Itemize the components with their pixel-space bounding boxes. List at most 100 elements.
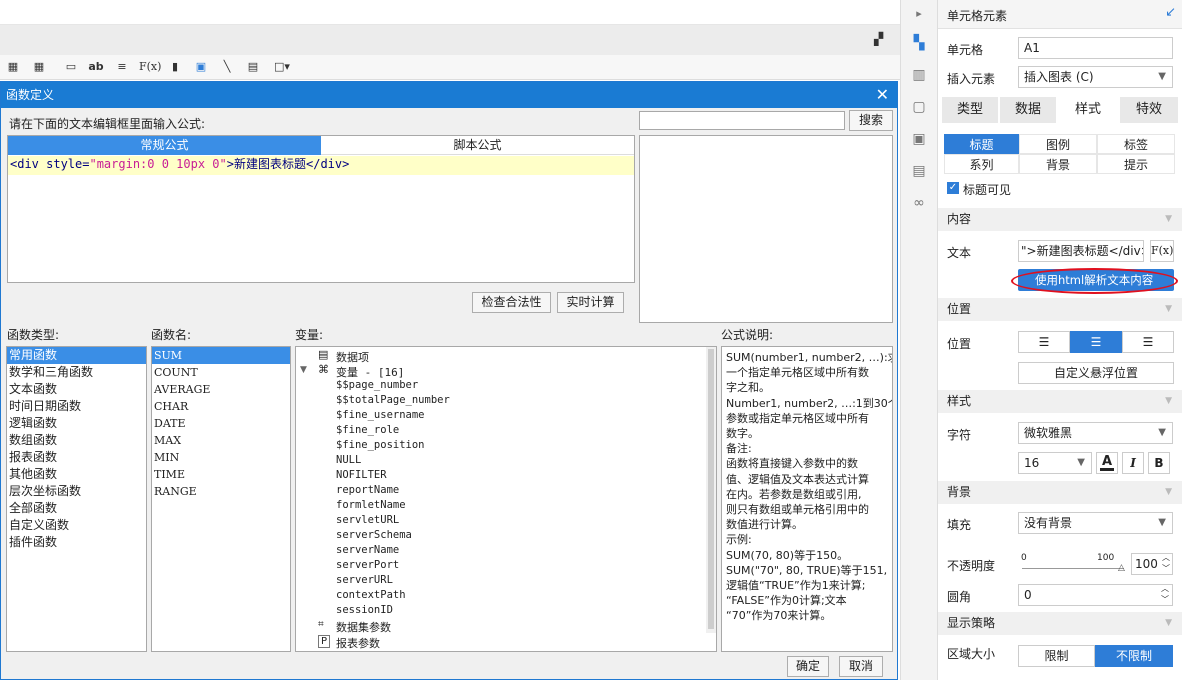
list-item-function-name[interactable]: RANGE xyxy=(152,483,290,500)
tree-variable-item[interactable]: NOFILTER xyxy=(336,469,387,481)
tab-data[interactable]: 数据 xyxy=(1000,97,1056,123)
formula-editor[interactable]: 常规公式 脚本公式 <div style="margin:0 0 10px 0"… xyxy=(7,135,635,283)
page-icon[interactable]: ▤ xyxy=(245,59,261,75)
list-item-function-name[interactable]: TIME xyxy=(152,466,290,483)
list-item-function-type[interactable]: 逻辑函数 xyxy=(7,415,146,432)
ok-button[interactable]: 确定 xyxy=(787,656,829,677)
formula-button[interactable]: F(x) xyxy=(1150,240,1174,262)
tree-variable-item[interactable]: serverName xyxy=(336,544,399,556)
formula-line[interactable]: <div style="margin:0 0 10px 0">新建图表标题</d… xyxy=(8,156,634,175)
tree-report-params[interactable]: 报表参数 xyxy=(336,635,380,651)
scrollbar-thumb[interactable] xyxy=(708,349,714,629)
collapse-icon[interactable]: ↙ xyxy=(1165,5,1176,20)
link-icon[interactable]: ∞ xyxy=(910,194,928,212)
subtab-legend[interactable]: 图例 xyxy=(1019,134,1097,154)
section-background[interactable]: 背景 ▼ xyxy=(938,481,1182,504)
subtab-label[interactable]: 标签 xyxy=(1097,134,1175,154)
slash-icon[interactable]: ╲ xyxy=(219,59,235,75)
list-item-function-type[interactable]: 自定义函数 xyxy=(7,517,146,534)
section-display[interactable]: 显示策略 ▼ xyxy=(938,612,1182,635)
tree-variable-item[interactable]: $fine_position xyxy=(336,439,425,451)
tree-variable-item[interactable]: servletURL xyxy=(336,514,399,526)
tree-variable-item[interactable]: serverSchema xyxy=(336,529,412,541)
bold-button[interactable]: B xyxy=(1148,452,1170,474)
font-size-select[interactable]: 16 ▼ xyxy=(1018,452,1092,474)
formula-icon[interactable]: F(x) xyxy=(139,59,161,75)
list-item-function-type[interactable]: 文本函数 xyxy=(7,381,146,398)
italic-button[interactable]: I xyxy=(1122,452,1144,474)
fill-select[interactable]: 没有背景 ▼ xyxy=(1018,512,1173,534)
cell-field[interactable]: A1 xyxy=(1018,37,1173,59)
list-item-function-type[interactable]: 时间日期函数 xyxy=(7,398,146,415)
float-element-icon[interactable]: ▢ xyxy=(910,98,928,116)
subtab-series[interactable]: 系列 xyxy=(944,154,1019,174)
list-item-function-name[interactable]: MIN xyxy=(152,449,290,466)
tree-variable-item[interactable]: $$totalPage_number xyxy=(336,394,450,406)
section-position[interactable]: 位置 ▼ xyxy=(938,298,1182,321)
font-select[interactable]: 微软雅黑 ▼ xyxy=(1018,422,1173,444)
tree-variable-item[interactable]: NULL xyxy=(336,454,361,466)
cell-attribute-icon[interactable]: ▥ xyxy=(910,66,928,84)
widget-icon[interactable]: ▣ xyxy=(910,130,928,148)
title-visible-checkbox[interactable]: ✓ xyxy=(947,182,959,194)
tab-style[interactable]: 样式 xyxy=(1060,97,1116,123)
check-validity-button[interactable]: 检查合法性 xyxy=(472,292,551,313)
text-icon[interactable]: ab xyxy=(88,59,104,75)
align-right-button[interactable]: ☰ xyxy=(1122,331,1174,353)
variable-tree[interactable]: ▤ 数据项 ▼ ⌘ 变量 - [16] $$page_number $$total… xyxy=(295,346,717,652)
radius-spinner[interactable]: 0 ︿ ﹀ xyxy=(1018,584,1173,606)
collapse-arrow-icon[interactable]: ▸ xyxy=(910,5,928,23)
list-item-function-name[interactable]: SUM xyxy=(152,347,290,364)
function-name-list[interactable]: SUM COUNT AVERAGE CHAR DATE MAX MIN TIME RANGE xyxy=(151,346,291,652)
list-item-function-name[interactable]: CHAR xyxy=(152,398,290,415)
list-item-function-type[interactable]: 全部函数 xyxy=(7,500,146,517)
cell-element-icon[interactable]: ▚ xyxy=(910,34,928,52)
tree-variable-item[interactable]: serverURL xyxy=(336,574,393,586)
align-center-button[interactable]: ☰ xyxy=(1070,331,1122,353)
border-icon[interactable]: □▾ xyxy=(271,59,293,75)
tab-normal-formula[interactable]: 常规公式 xyxy=(8,136,321,155)
tree-variable-item[interactable]: $fine_username xyxy=(336,409,425,421)
tree-dataset-params[interactable]: 数据集参数 xyxy=(336,619,391,635)
subtab-tooltip[interactable]: 提示 xyxy=(1097,154,1175,174)
list-item-function-type[interactable]: 数组函数 xyxy=(7,432,146,449)
list-item-function-type[interactable]: 常用函数 xyxy=(7,347,146,364)
section-content[interactable]: 内容 ▼ xyxy=(938,208,1182,231)
tree-variable-item[interactable]: $fine_role xyxy=(336,424,399,436)
tree-variable-item[interactable]: reportName xyxy=(336,484,399,496)
cancel-button[interactable]: 取消 xyxy=(839,656,883,677)
subtab-background[interactable]: 背景 xyxy=(1019,154,1097,174)
close-icon[interactable]: ✕ xyxy=(876,82,889,108)
grid-icon[interactable]: ▦ xyxy=(5,59,21,75)
section-style[interactable]: 样式 ▼ xyxy=(938,390,1182,413)
text-field[interactable]: ">新建图表标题</div> xyxy=(1018,240,1144,262)
list-item-function-type[interactable]: 插件函数 xyxy=(7,534,146,551)
align-left-button[interactable]: ☰ xyxy=(1018,331,1070,353)
list-item-function-type[interactable]: 层次坐标函数 xyxy=(7,483,146,500)
opacity-spinner[interactable]: 100 ︿ ﹀ xyxy=(1131,553,1173,575)
tree-expand-icon[interactable]: ▼ xyxy=(300,365,307,375)
tree-variable-item[interactable]: $$page_number xyxy=(336,379,418,391)
insert-element-select[interactable]: 插入图表 (C) ▼ xyxy=(1018,66,1173,88)
line-icon[interactable]: ▭ xyxy=(63,59,79,75)
search-input[interactable] xyxy=(639,111,845,130)
condition-icon[interactable]: ▤ xyxy=(910,162,928,180)
align-icon[interactable]: ≡ xyxy=(114,59,130,75)
list-item-function-type[interactable]: 数学和三角函数 xyxy=(7,364,146,381)
list-item-function-name[interactable]: MAX xyxy=(152,432,290,449)
subtab-title[interactable]: 标题 xyxy=(944,134,1019,154)
opacity-slider-thumb[interactable]: △ xyxy=(1118,563,1125,573)
image-icon[interactable]: ▣ xyxy=(193,59,209,75)
opacity-slider-track[interactable] xyxy=(1022,568,1124,569)
bar-chart-icon[interactable]: ▮ xyxy=(167,59,183,75)
tree-variable-item[interactable]: serverPort xyxy=(336,559,399,571)
list-item-function-type[interactable]: 其他函数 xyxy=(7,466,146,483)
tree-variable-item[interactable]: sessionID xyxy=(336,604,393,616)
font-color-button[interactable]: A xyxy=(1096,452,1118,474)
list-item-function-name[interactable]: COUNT xyxy=(152,364,290,381)
custom-float-position-button[interactable]: 自定义悬浮位置 xyxy=(1018,362,1174,384)
list-item-function-type[interactable]: 报表函数 xyxy=(7,449,146,466)
realtime-calc-button[interactable]: 实时计算 xyxy=(557,292,624,313)
area-limit-button[interactable]: 限制 xyxy=(1018,645,1095,667)
search-button[interactable]: 搜索 xyxy=(849,110,893,131)
